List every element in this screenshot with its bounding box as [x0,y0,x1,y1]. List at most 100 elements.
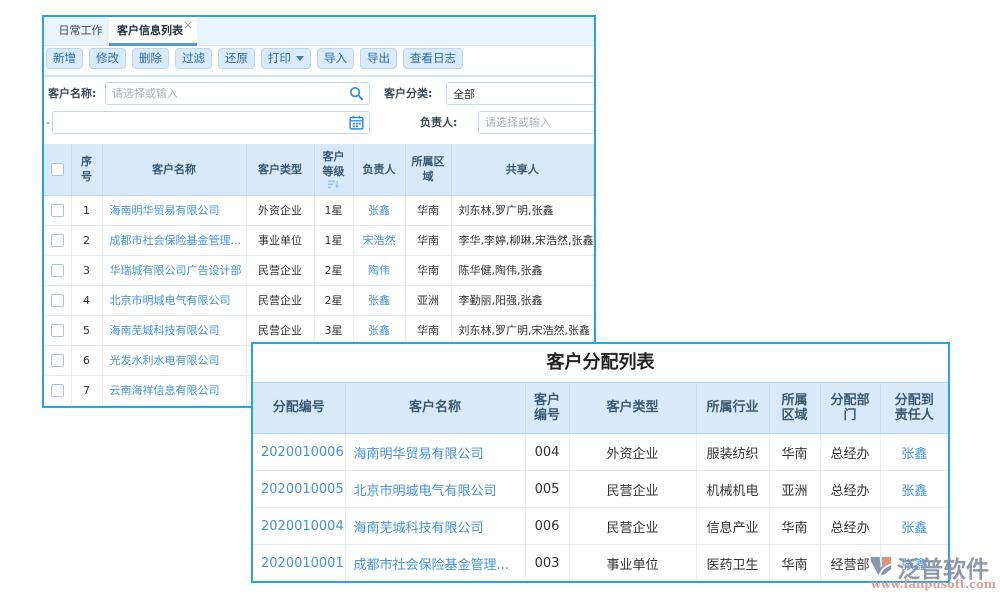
allocation-code-cell: 004 [525,434,569,471]
date-input[interactable] [59,112,347,133]
col-customer-type: 客户类型 [246,144,314,195]
customer-type-cell: 外资企业 [246,195,314,225]
customer-name-link[interactable]: 云南海祥信息有限公司 [102,375,246,405]
row-checkbox[interactable] [51,324,64,337]
allocation-row: 2020010006海南明华贸易有限公司004外资企业服装纺织华南总经办张鑫 [253,434,948,471]
col-alloc-region-label: 所属区域 [781,393,808,423]
print-button[interactable]: 打印 [261,48,311,69]
allocation-customer-name-link[interactable]: 海南芜城科技有限公司 [345,508,525,545]
toolbar: 新增 修改 删除 过滤 还原 打印 导入 导出 查看日志 [44,46,594,77]
tab-close-icon[interactable]: × [183,19,193,31]
col-alloc-customer-type: 客户类型 [569,383,696,434]
search-icon[interactable] [349,86,364,101]
allocation-row: 2020010001成都市社会保险基金管理...003事业单位医药卫生华南经营部… [253,545,948,582]
customer-type-cell: 事业单位 [246,225,314,255]
region-cell: 华南 [405,225,451,255]
allocation-region-cell: 华南 [769,434,820,471]
customer-name-link[interactable]: 北京市明城电气有限公司 [102,285,246,315]
row-checkbox[interactable] [51,234,64,247]
allocation-panel-title: 客户分配列表 [253,344,948,382]
owner-link[interactable]: 陶伟 [353,255,405,285]
edit-button-label: 修改 [96,49,119,68]
owner-link[interactable]: 张鑫 [353,285,405,315]
row-checkbox[interactable] [51,354,64,367]
allocation-customer-name-link[interactable]: 海南明华贸易有限公司 [345,434,525,471]
row-checkbox[interactable] [51,384,64,397]
allocation-type-cell: 民营企业 [569,471,696,508]
col-alloc-customer-code-label: 客户编号 [534,393,561,423]
allocation-type-cell: 外资企业 [569,434,696,471]
col-alloc-customer-name: 客户名称 [345,383,525,434]
delete-button[interactable]: 删除 [132,48,169,69]
seq-cell: 4 [71,285,102,315]
col-alloc-region: 所属区域 [769,383,820,434]
date-fieldbox [52,111,370,134]
seq-cell: 1 [71,195,102,225]
row-checkbox[interactable] [51,204,64,217]
allocation-industry-cell: 服装纺织 [696,434,769,471]
col-customer-name: 客户名称 [102,144,246,195]
allocation-table: 分配编号 客户名称 客户编号 客户类型 所属行业 所属区域 分配部门 分配到责任… [253,382,948,582]
chevron-down-icon [296,56,304,61]
filter-area: 客户名称: 客户分类: - [44,77,594,144]
allocation-id-link[interactable]: 2020010006 [253,434,345,471]
owner-link[interactable]: 张鑫 [353,195,405,225]
restore-button[interactable]: 还原 [218,48,255,69]
calendar-icon[interactable] [349,115,364,130]
tab-daily-work[interactable]: 日常工作 [52,17,109,46]
select-all-checkbox[interactable] [51,163,64,176]
customer-name-input[interactable] [112,83,347,104]
customer-name-link[interactable]: 华瑞城有限公司广告设计部 [102,255,246,285]
row-select-cell [44,225,71,255]
filter-button[interactable]: 过滤 [175,48,212,69]
import-button[interactable]: 导入 [317,48,354,69]
allocation-id-link[interactable]: 2020010005 [253,471,345,508]
allocation-region-cell: 华南 [769,545,820,582]
owner-link[interactable]: 张鑫 [353,315,405,345]
allocation-person-link[interactable]: 张鑫 [880,434,948,471]
edit-button[interactable]: 修改 [89,48,126,69]
export-button-label: 导出 [367,49,390,68]
row-checkbox[interactable] [51,294,64,307]
allocation-type-cell: 事业单位 [569,545,696,582]
allocation-person-link[interactable]: 张鑫 [880,508,948,545]
tab-customer-info-list[interactable]: 客户信息列表 × [109,17,197,46]
owner-link[interactable]: 宋浩然 [353,225,405,255]
add-button[interactable]: 新增 [46,48,83,69]
print-button-label: 打印 [268,49,291,68]
col-seq-label: 序号 [81,154,93,184]
seq-cell: 5 [71,315,102,345]
customer-name-link[interactable]: 成都市社会保险基金管理... [102,225,246,255]
select-all-header [44,144,71,195]
view-log-button[interactable]: 查看日志 [403,48,463,69]
allocation-id-link[interactable]: 2020010004 [253,508,345,545]
shared-cell: 李华,李婷,柳琳,宋浩然,张鑫 [451,225,594,255]
customer-row: 4北京市明城电气有限公司民营企业2星张鑫亚洲李勤丽,阳强,张鑫 [44,285,594,315]
row-checkbox[interactable] [51,264,64,277]
import-button-label: 导入 [324,49,347,68]
customer-name-link[interactable]: 海南芜城科技有限公司 [102,315,246,345]
customer-category-select[interactable] [453,83,596,104]
customer-name-link[interactable]: 光发水利水电有限公司 [102,345,246,375]
allocation-customer-name-link[interactable]: 北京市明城电气有限公司 [345,471,525,508]
allocation-person-link[interactable]: 张鑫 [880,471,948,508]
allocation-industry-cell: 医药卫生 [696,545,769,582]
row-select-cell [44,255,71,285]
allocation-row: 2020010004海南芜城科技有限公司006民营企业信息产业华南总经办张鑫 [253,508,948,545]
allocation-dept-cell: 总经办 [820,508,880,545]
owner-fieldbox [478,111,596,134]
row-select-cell [44,195,71,225]
customer-name-link[interactable]: 海南明华贸易有限公司 [102,195,246,225]
screen: 日常工作 客户信息列表 × 新增 修改 删除 过滤 还原 打印 导入 导出 查看… [0,0,1000,600]
col-customer-grade[interactable]: 客户等级 [314,144,353,195]
col-owner: 负责人 [353,144,405,195]
allocation-type-cell: 民营企业 [569,508,696,545]
fanpu-logo-icon [870,552,892,578]
owner-input[interactable] [485,112,596,133]
customer-grade-cell: 1星 [314,225,353,255]
col-customer-grade-label: 客户等级 [322,149,345,179]
sort-icon[interactable] [328,180,339,189]
allocation-id-link[interactable]: 2020010001 [253,545,345,582]
export-button[interactable]: 导出 [360,48,397,69]
allocation-customer-name-link[interactable]: 成都市社会保险基金管理... [345,545,525,582]
